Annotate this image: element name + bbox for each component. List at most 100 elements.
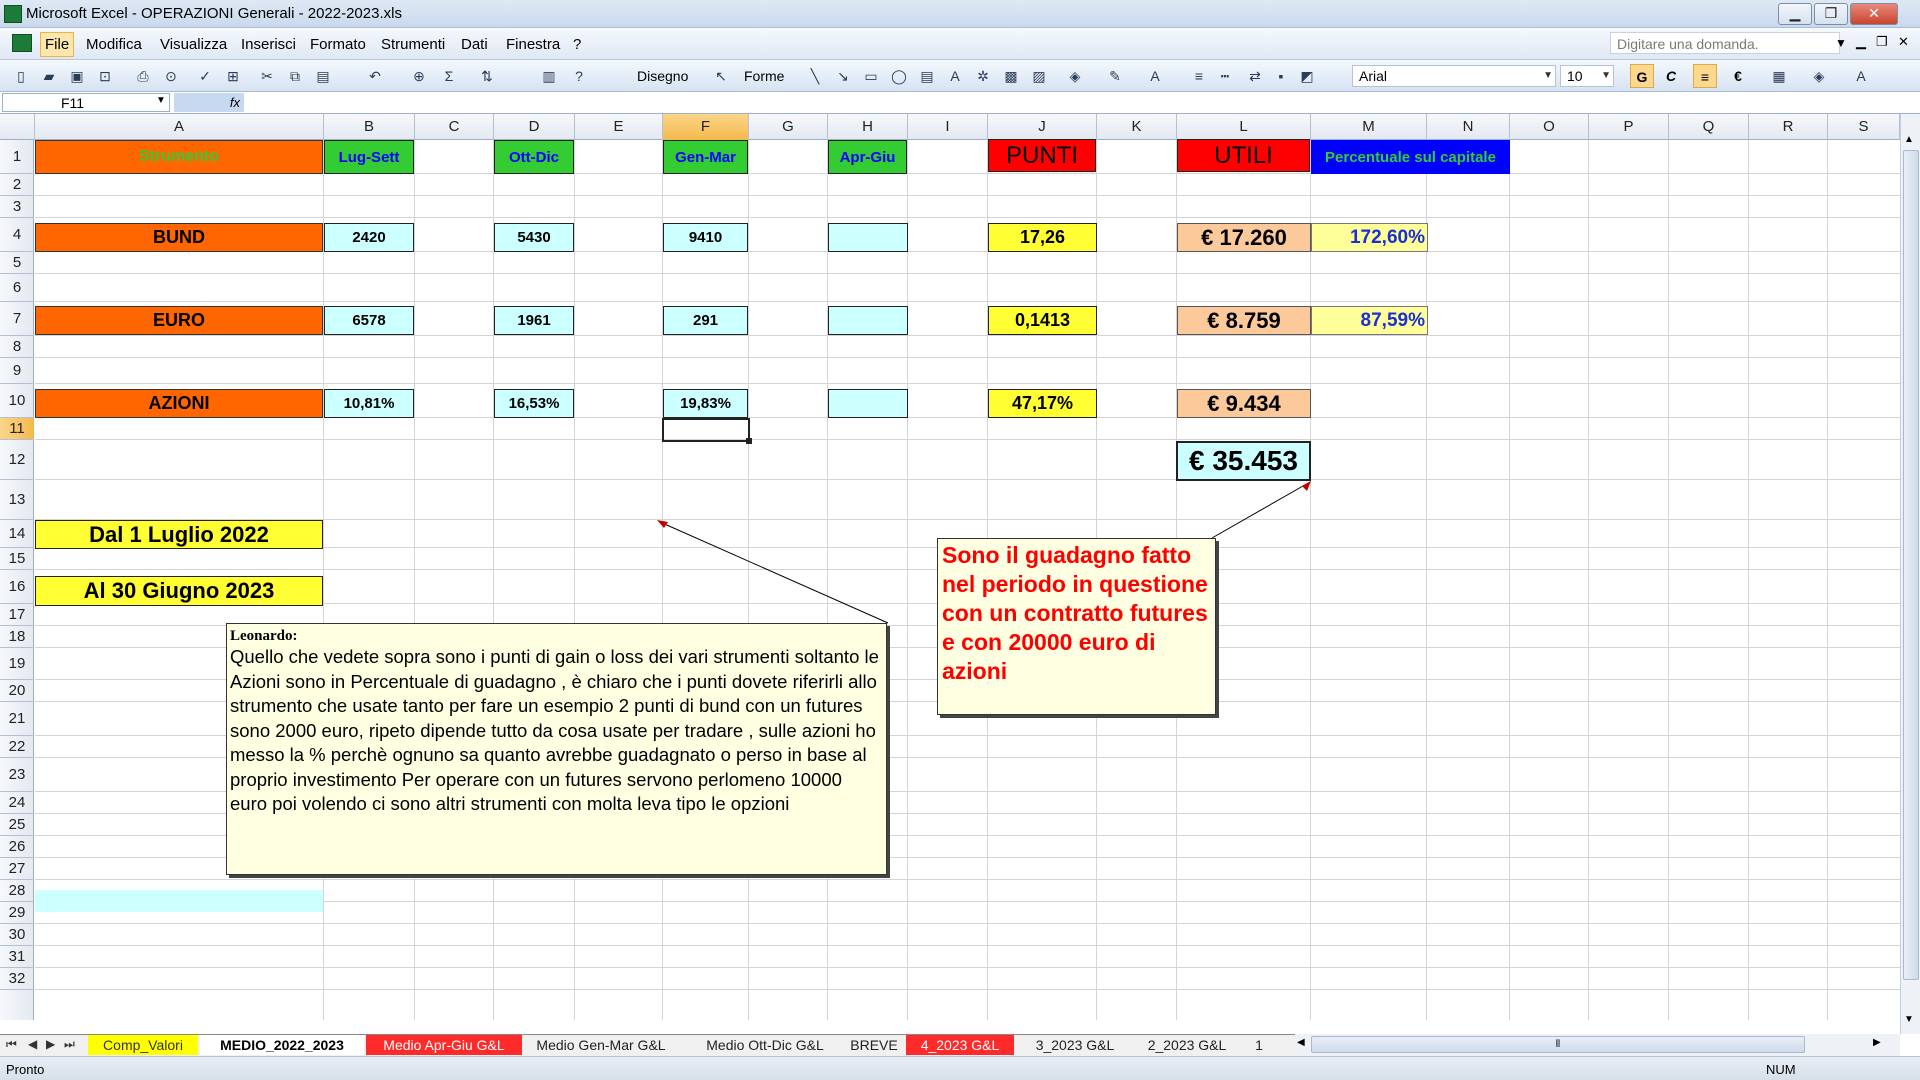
scroll-right-icon[interactable]: ▶ xyxy=(1873,1037,1881,1048)
col-header-o[interactable]: O xyxy=(1510,114,1589,140)
col-header-j[interactable]: J xyxy=(988,114,1097,140)
row-header[interactable]: 9 xyxy=(0,358,34,384)
font-dropdown-icon[interactable]: ▼ xyxy=(1543,66,1553,86)
scroll-left-icon[interactable]: ◀ xyxy=(1297,1037,1305,1048)
row-header[interactable]: 5 xyxy=(0,252,34,274)
menu-strumenti[interactable]: Strumenti xyxy=(381,36,445,53)
workbook-icon[interactable] xyxy=(12,34,32,52)
tab-medio-2022-2023[interactable]: MEDIO_2022_2023 xyxy=(200,1035,364,1055)
fill-color-icon[interactable]: ◈ xyxy=(1066,67,1084,85)
euro-apr-giu[interactable] xyxy=(828,306,908,335)
cell-fill-icon[interactable]: ◈ xyxy=(1810,67,1828,85)
bund-gen-mar[interactable]: 9410 xyxy=(663,223,748,252)
paste-icon[interactable]: ▤ xyxy=(314,67,332,85)
excel-app-icon[interactable] xyxy=(4,5,22,23)
3d-icon[interactable]: ◩ xyxy=(1298,67,1316,85)
col-header-a[interactable]: A xyxy=(35,114,324,140)
tab-2-2023[interactable]: 2_2023 G&L xyxy=(1132,1035,1242,1055)
row-header[interactable]: 24 xyxy=(0,792,34,814)
date-from[interactable]: Dal 1 Luglio 2022 xyxy=(35,520,323,549)
row-header[interactable]: 2 xyxy=(0,174,34,196)
name-box[interactable]: F11 xyxy=(2,93,170,112)
bold-button[interactable]: G xyxy=(1630,64,1654,88)
row-header[interactable]: 10 xyxy=(0,384,34,418)
scroll-down-icon[interactable]: ▼ xyxy=(1904,1014,1914,1025)
row-header[interactable]: 30 xyxy=(0,924,34,946)
menu-visualizza[interactable]: Visualizza xyxy=(160,36,227,53)
euro-format-button[interactable]: € xyxy=(1726,64,1750,88)
oval-icon[interactable]: ◯ xyxy=(890,67,908,85)
ask-dropdown-icon[interactable]: ▼ xyxy=(1835,36,1847,50)
open-folder-icon[interactable]: ▰ xyxy=(40,67,58,85)
col-header-r[interactable]: R xyxy=(1749,114,1828,140)
bund-punti[interactable]: 17,26 xyxy=(988,223,1097,252)
row-header[interactable]: 21 xyxy=(0,702,34,736)
spelling-icon[interactable]: ✓ xyxy=(196,67,214,85)
col-header-h[interactable]: H xyxy=(828,114,908,140)
tab-medio-apr-giu[interactable]: Medio Apr-Giu G&L xyxy=(366,1035,522,1055)
total-utili[interactable]: € 35.453 xyxy=(1176,441,1311,481)
row-header[interactable]: 28 xyxy=(0,880,34,902)
tab-4-2023[interactable]: 4_2023 G&L xyxy=(906,1035,1014,1055)
header-ott-dic[interactable]: Ott-Dic xyxy=(494,140,574,174)
row-header[interactable]: 14 xyxy=(0,520,34,548)
line-icon[interactable]: ╲ xyxy=(806,67,824,85)
line-style-icon[interactable]: ≡ xyxy=(1190,67,1208,85)
copy-icon[interactable]: ⧉ xyxy=(286,67,304,85)
col-header-l[interactable]: L xyxy=(1177,114,1311,140)
row-bund-label[interactable]: BUND xyxy=(35,223,323,252)
header-apr-giu[interactable]: Apr-Giu xyxy=(828,140,907,174)
print-icon[interactable]: ⎙ xyxy=(134,67,152,85)
azioni-gen-mar[interactable]: 19,83% xyxy=(663,389,748,418)
row-header[interactable]: 23 xyxy=(0,758,34,792)
close-button[interactable]: ✕ xyxy=(1850,3,1898,25)
minimize-button[interactable]: ▁ xyxy=(1778,3,1812,25)
italic-button[interactable]: C xyxy=(1659,64,1683,88)
font-size-select[interactable]: 10 ▼ xyxy=(1560,65,1614,87)
chart-wizard-icon[interactable]: ▥ xyxy=(540,67,558,85)
undo-icon[interactable]: ↶ xyxy=(366,67,384,85)
horizontal-scrollbar[interactable]: ◀ ⦀ ▶ xyxy=(1295,1034,1900,1056)
cell-a27[interactable] xyxy=(35,890,323,912)
row-header[interactable]: 7 xyxy=(0,302,34,336)
clipart-icon[interactable]: ▩ xyxy=(1002,67,1020,85)
row-header[interactable]: 19 xyxy=(0,648,34,680)
azioni-lug-sett[interactable]: 10,81% xyxy=(324,389,414,418)
bund-ott-dic[interactable]: 5430 xyxy=(494,223,574,252)
row-header[interactable]: 6 xyxy=(0,274,34,302)
tab-medio-gen-mar[interactable]: Medio Gen-Mar G&L xyxy=(526,1035,676,1055)
row-header[interactable]: 29 xyxy=(0,902,34,924)
bund-apr-giu[interactable] xyxy=(828,223,908,252)
menu-formato[interactable]: Formato xyxy=(310,36,366,53)
comment-guadagno[interactable]: Sono il guadagno fatto nel periodo in qu… xyxy=(937,538,1216,715)
rectangle-icon[interactable]: ▭ xyxy=(862,67,880,85)
header-percentuale[interactable]: Percentuale sul capitale xyxy=(1311,140,1510,174)
font-size-dropdown-icon[interactable]: ▼ xyxy=(1601,66,1611,86)
row-header[interactable]: 26 xyxy=(0,836,34,858)
azioni-utili[interactable]: € 9.434 xyxy=(1177,389,1311,418)
tab-3-2023[interactable]: 3_2023 G&L xyxy=(1020,1035,1130,1055)
autosum-icon[interactable]: Σ xyxy=(440,67,458,85)
row-header[interactable]: 8 xyxy=(0,336,34,358)
row-header[interactable]: 12 xyxy=(0,440,34,480)
bund-lug-sett[interactable]: 2420 xyxy=(324,223,414,252)
selected-cell-f11[interactable] xyxy=(662,418,750,442)
header-lug-sett[interactable]: Lug-Sett xyxy=(324,140,414,174)
doc-close-button[interactable]: ✕ xyxy=(1898,34,1909,50)
col-header-q[interactable]: Q xyxy=(1669,114,1749,140)
row-header[interactable]: 32 xyxy=(0,968,34,990)
euro-gen-mar[interactable]: 291 xyxy=(663,306,748,335)
col-header-s[interactable]: S xyxy=(1828,114,1900,140)
row-header[interactable]: 1 xyxy=(0,140,34,174)
ask-question-input[interactable]: Digitare una domanda. xyxy=(1610,32,1840,54)
formula-input[interactable] xyxy=(246,93,1916,112)
sort-icon[interactable]: ⇅ xyxy=(478,67,496,85)
textbox-icon[interactable]: ▤ xyxy=(918,67,936,85)
arrow-style-icon[interactable]: ⇄ xyxy=(1246,67,1264,85)
euro-percentuale[interactable]: 87,59% xyxy=(1311,306,1428,335)
diagram-icon[interactable]: ✲ xyxy=(974,67,992,85)
col-header-c[interactable]: C xyxy=(415,114,494,140)
euro-utili[interactable]: € 8.759 xyxy=(1177,306,1311,335)
shadow-icon[interactable]: ▪ xyxy=(1272,67,1290,85)
print-preview-icon[interactable]: ⊙ xyxy=(162,67,180,85)
